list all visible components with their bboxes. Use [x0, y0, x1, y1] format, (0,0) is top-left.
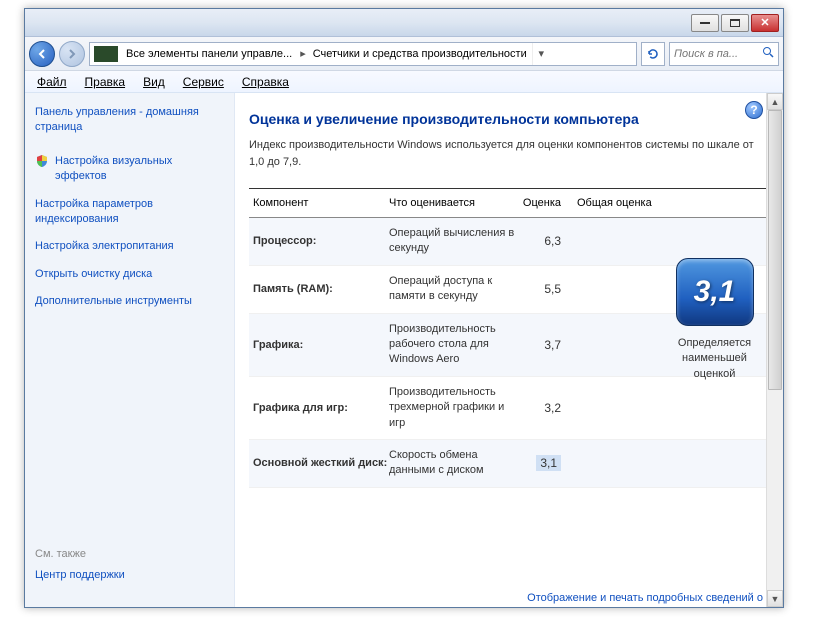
menu-view[interactable]: Вид	[135, 73, 173, 91]
sidebar-link-visual-effects[interactable]: Настройка визуальных эффектов	[35, 154, 224, 185]
content: ? Оценка и увеличение производительности…	[235, 93, 783, 607]
forward-button[interactable]	[59, 41, 85, 67]
scroll-up-button[interactable]: ▲	[767, 93, 783, 110]
help-icon: ?	[750, 103, 757, 117]
search-box[interactable]	[669, 42, 779, 66]
sidebar-home-link[interactable]: Панель управления - домашняя страница	[35, 105, 224, 136]
minimize-icon	[700, 22, 710, 24]
close-button[interactable]: ✕	[751, 14, 779, 32]
th-what: Что оценивается	[389, 197, 519, 209]
th-score: Оценка	[519, 197, 569, 209]
table-header: Компонент Что оценивается Оценка Общая о…	[249, 188, 769, 218]
breadcrumb-arrow-icon: ▸	[297, 47, 309, 60]
overall-score-label: Определяется наименьшей оценкой	[662, 336, 767, 382]
search-icon	[762, 46, 774, 61]
th-component: Компонент	[249, 197, 389, 209]
scroll-down-button[interactable]: ▼	[767, 590, 783, 607]
address-bar[interactable]: Все элементы панели управле... ▸ Счетчик…	[89, 42, 637, 66]
maximize-button[interactable]	[721, 14, 749, 32]
sidebar-link-indexing[interactable]: Настройка параметров индексирования	[35, 197, 224, 228]
sidebar-link-tools[interactable]: Дополнительные инструменты	[35, 294, 224, 309]
sidebar-see-also-label: См. также	[35, 548, 224, 560]
menu-help[interactable]: Справка	[234, 73, 297, 91]
breadcrumb-seg-1[interactable]: Все элементы панели управле...	[122, 48, 297, 60]
refresh-button[interactable]	[641, 42, 665, 66]
window: ✕ Все элементы панели управле... ▸ Счетч…	[24, 8, 784, 608]
minimize-button[interactable]	[691, 14, 719, 32]
maximize-icon	[730, 19, 740, 27]
back-button[interactable]	[29, 41, 55, 67]
table-row: Графика для игр: Производительность трех…	[249, 377, 769, 440]
address-dropdown[interactable]: ▾	[532, 43, 550, 65]
overall-score: 3,1 Определяется наименьшей оценкой	[662, 258, 767, 382]
page-description: Индекс производительности Windows исполь…	[249, 137, 769, 170]
sidebar: Панель управления - домашняя страница На…	[25, 93, 235, 607]
body: Панель управления - домашняя страница На…	[25, 93, 783, 607]
back-arrow-icon	[36, 48, 48, 60]
menu-service[interactable]: Сервис	[175, 73, 232, 91]
footer-link-print-details[interactable]: Отображение и печать подробных сведений …	[527, 591, 763, 605]
scroll-thumb[interactable]	[768, 110, 782, 390]
sidebar-link-support[interactable]: Центр поддержки	[35, 568, 224, 583]
help-button[interactable]: ?	[745, 101, 763, 119]
scrollbar[interactable]: ▲ ▼	[766, 93, 783, 607]
refresh-icon	[646, 47, 660, 61]
control-panel-icon	[94, 46, 118, 62]
breadcrumb-seg-2[interactable]: Счетчики и средства производительности	[309, 48, 532, 60]
close-icon: ✕	[760, 16, 769, 29]
shield-icon	[35, 154, 49, 168]
titlebar: ✕	[25, 9, 783, 37]
table-body: Процессор: Операций вычисления в секунду…	[249, 218, 769, 488]
score-table: Компонент Что оценивается Оценка Общая о…	[249, 188, 769, 488]
sidebar-link-power[interactable]: Настройка электропитания	[35, 239, 224, 254]
navbar: Все элементы панели управле... ▸ Счетчик…	[25, 37, 783, 71]
menu-edit[interactable]: Правка	[77, 73, 134, 91]
lowest-score-badge: 3,1	[536, 455, 561, 471]
menu-file[interactable]: Файл	[29, 73, 75, 91]
menubar: Файл Правка Вид Сервис Справка	[25, 71, 783, 93]
search-input[interactable]	[674, 48, 754, 60]
sidebar-link-disk-cleanup[interactable]: Открыть очистку диска	[35, 267, 224, 282]
page-title: Оценка и увеличение производительности к…	[249, 111, 769, 127]
overall-score-badge: 3,1	[676, 258, 754, 326]
table-row: Основной жесткий диск: Скорость обмена д…	[249, 440, 769, 488]
forward-arrow-icon	[66, 48, 78, 60]
th-overall: Общая оценка	[569, 197, 769, 209]
